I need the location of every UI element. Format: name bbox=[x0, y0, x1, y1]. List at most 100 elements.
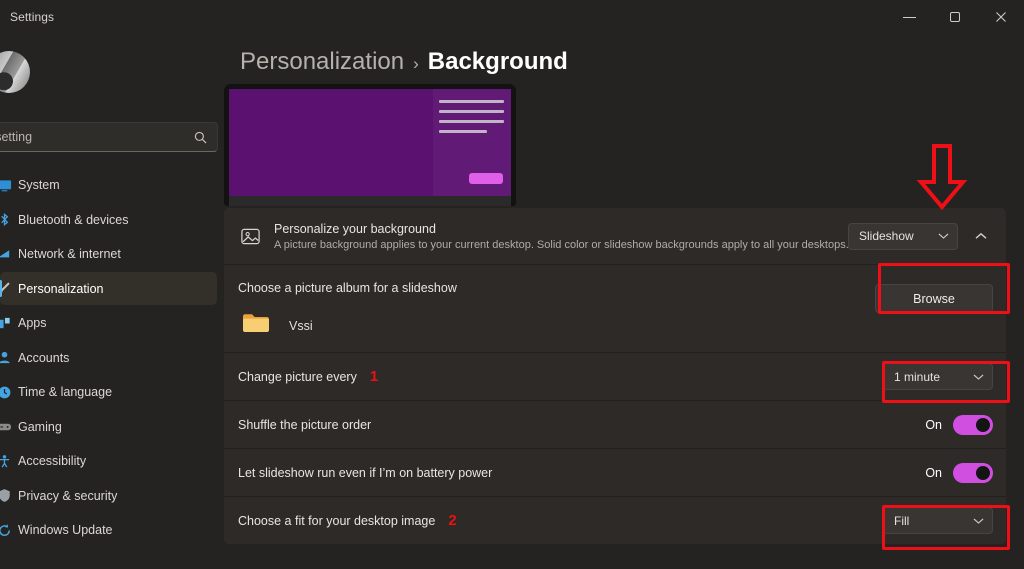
battery-state: On bbox=[925, 465, 942, 480]
window-controls bbox=[886, 0, 1024, 34]
row-battery-power: Let slideshow run even if I’m on battery… bbox=[224, 448, 1006, 496]
sidebar-item-label: Apps bbox=[18, 316, 47, 330]
background-type-value: Slideshow bbox=[859, 229, 914, 243]
close-button[interactable] bbox=[978, 0, 1024, 34]
preview-line bbox=[439, 110, 504, 113]
shuffle-controls: On bbox=[925, 414, 993, 435]
breadcrumb-parent-link[interactable]: Personalization bbox=[240, 48, 404, 76]
gaming-icon bbox=[0, 419, 14, 434]
shield-icon bbox=[0, 488, 14, 503]
preview-screen bbox=[229, 89, 511, 206]
desktop-fit-value: Fill bbox=[894, 513, 910, 528]
preview-line bbox=[439, 120, 504, 123]
personalize-title: Personalize your background bbox=[274, 221, 436, 236]
sidebar-item-label: Personalization bbox=[18, 281, 104, 296]
page-title: Background bbox=[427, 48, 568, 75]
window-title: Settings bbox=[10, 10, 55, 24]
sidebar-item-label: Network & internet bbox=[18, 247, 121, 261]
change-interval-value: 1 minute bbox=[894, 369, 941, 384]
row-change-picture-every: Change picture every 1 1 minute bbox=[224, 352, 1006, 400]
accessibility-icon bbox=[0, 454, 14, 469]
main-content: Personalization › Background Personalize… bbox=[222, 34, 1024, 569]
toggle-knob bbox=[976, 417, 990, 432]
sidebar-item-system[interactable]: System bbox=[0, 169, 217, 202]
change-every-texts: Change picture every 1 bbox=[238, 368, 883, 385]
shuffle-label: Shuffle the picture order bbox=[238, 417, 372, 432]
sidebar-item-privacy-security[interactable]: Privacy & security bbox=[0, 479, 217, 512]
preview-panel bbox=[433, 89, 511, 206]
chevron-down-icon bbox=[938, 232, 949, 240]
minimize-icon bbox=[902, 16, 916, 18]
sidebar-item-label: Privacy & security bbox=[18, 488, 118, 503]
annotation-marker-2: 2 bbox=[448, 512, 457, 529]
battery-texts: Let slideshow run even if I’m on battery… bbox=[238, 464, 925, 482]
battery-toggle[interactable] bbox=[953, 462, 993, 483]
search-input[interactable] bbox=[0, 130, 194, 144]
battery-label: Let slideshow run even if I’m on battery… bbox=[238, 465, 493, 480]
desktop-fit-dropdown[interactable]: Fill bbox=[883, 507, 993, 534]
sidebar-nav: System Bluetooth & devices Network & int… bbox=[0, 167, 222, 548]
breadcrumb: Personalization › Background bbox=[240, 48, 568, 76]
change-every-controls: 1 minute bbox=[883, 363, 993, 390]
shuffle-toggle[interactable] bbox=[953, 414, 993, 435]
sidebar-item-label: Gaming bbox=[18, 419, 62, 434]
network-icon bbox=[0, 247, 14, 262]
browse-button[interactable]: Browse bbox=[875, 284, 993, 313]
sidebar-item-windows-update[interactable]: Windows Update bbox=[0, 514, 217, 547]
sidebar-item-label: Accessibility bbox=[18, 454, 87, 468]
close-icon bbox=[996, 12, 1006, 22]
chevron-down-icon bbox=[973, 373, 984, 381]
sidebar: System Bluetooth & devices Network & int… bbox=[0, 34, 222, 569]
row-desktop-image-fit: Choose a fit for your desktop image 2 Fi… bbox=[224, 496, 1006, 544]
sidebar-item-network-internet[interactable]: Network & internet bbox=[0, 238, 217, 271]
collapse-section-button[interactable] bbox=[969, 224, 993, 248]
settings-card: Personalize your background A picture ba… bbox=[224, 208, 1006, 544]
sidebar-item-label: Windows Update bbox=[18, 523, 113, 537]
preview-line bbox=[439, 130, 487, 133]
browse-label: Browse bbox=[913, 291, 955, 306]
selected-folder: Vssi bbox=[242, 312, 875, 339]
battery-controls: On bbox=[925, 462, 993, 483]
system-icon bbox=[0, 178, 14, 193]
background-preview-monitor bbox=[224, 84, 516, 206]
search-box[interactable] bbox=[0, 122, 218, 152]
sidebar-item-accounts[interactable]: Accounts bbox=[0, 341, 217, 374]
sidebar-item-personalization[interactable]: Personalization bbox=[0, 272, 217, 305]
accounts-icon bbox=[0, 350, 14, 365]
toggle-knob bbox=[976, 465, 990, 480]
sidebar-item-gaming[interactable]: Gaming bbox=[0, 410, 217, 443]
minimize-button[interactable] bbox=[886, 0, 932, 34]
maximize-button[interactable] bbox=[932, 0, 978, 34]
shuffle-texts: Shuffle the picture order bbox=[238, 416, 925, 434]
folder-name: Vssi bbox=[289, 318, 313, 333]
brush-icon bbox=[0, 281, 14, 296]
folder-icon bbox=[242, 312, 270, 339]
bluetooth-icon bbox=[0, 212, 14, 227]
personalize-controls: Slideshow bbox=[848, 222, 993, 250]
album-controls: Browse bbox=[875, 284, 993, 313]
fit-texts: Choose a fit for your desktop image 2 bbox=[238, 512, 883, 529]
sidebar-item-accessibility[interactable]: Accessibility bbox=[0, 445, 217, 478]
sidebar-item-label: Bluetooth & devices bbox=[18, 212, 129, 227]
monitor-stand bbox=[229, 196, 511, 206]
preview-accent-button bbox=[469, 173, 503, 184]
row-shuffle-order: Shuffle the picture order On bbox=[224, 400, 1006, 448]
search-icon bbox=[194, 131, 207, 144]
change-every-label: Change picture every bbox=[238, 369, 357, 384]
avatar[interactable] bbox=[0, 51, 30, 93]
maximize-icon bbox=[950, 12, 960, 22]
sidebar-item-time-language[interactable]: Time & language bbox=[0, 376, 217, 409]
background-type-dropdown[interactable]: Slideshow bbox=[848, 222, 958, 250]
sidebar-item-bluetooth-devices[interactable]: Bluetooth & devices bbox=[0, 203, 217, 236]
fit-label: Choose a fit for your desktop image bbox=[238, 513, 436, 528]
personalize-texts: Personalize your background A picture ba… bbox=[274, 221, 849, 251]
fit-controls: Fill bbox=[883, 507, 993, 534]
picture-icon bbox=[238, 224, 262, 248]
shuffle-state: On bbox=[925, 417, 942, 432]
clock-icon bbox=[0, 385, 14, 400]
sidebar-item-apps[interactable]: Apps bbox=[0, 307, 217, 340]
album-texts: Choose a picture album for a slideshow V… bbox=[238, 281, 875, 339]
change-interval-dropdown[interactable]: 1 minute bbox=[883, 363, 993, 390]
personalize-description: A picture background applies to your cur… bbox=[274, 238, 849, 251]
update-icon bbox=[0, 523, 14, 538]
